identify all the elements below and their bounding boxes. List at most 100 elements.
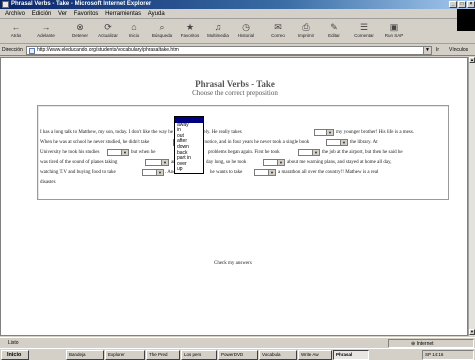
edit-button[interactable]: ✎ Editar <box>320 22 348 42</box>
history-button[interactable]: ◷ Historial <box>232 22 260 42</box>
minimize-button[interactable]: _ <box>449 1 457 8</box>
text-segment: I has a long talk to Matthew, my son, to… <box>40 130 242 135</box>
scroll-up-icon[interactable]: ▲ <box>469 57 475 63</box>
status-text: Listo <box>8 340 19 346</box>
discuss-button[interactable]: ☰ Comentar <box>350 22 378 42</box>
status-bar: Listo ⊕ Internet <box>0 337 475 348</box>
vertical-scrollbar[interactable]: ▲ ▼ <box>468 57 475 336</box>
address-bar: Dirección http://www.eleducando.org/stud… <box>0 45 475 56</box>
search-icon: ⌕ <box>159 22 165 32</box>
back-button[interactable]: ← Atrás <box>2 22 30 42</box>
print-button[interactable]: ⎙ Imprimir <box>292 22 320 42</box>
text-segment: he wants to take <box>210 170 243 175</box>
text-segment: was tired of the sound of planes taking <box>40 160 118 165</box>
text-segment: watching T.V and buying food to take <box>40 170 116 175</box>
task-button[interactable]: Los pers <box>181 350 217 360</box>
run-sap-button[interactable]: ▣ Run SAP <box>380 22 408 42</box>
text-segment: a marathon all over the country!! Mathew… <box>278 170 379 175</box>
window-title: Phrasal Verbs - Take - Microsoft Interne… <box>11 1 152 7</box>
address-input[interactable]: http://www.eleducando.org/students/vocab… <box>26 46 432 55</box>
answer-select[interactable]: ▼ <box>142 169 164 176</box>
forward-icon: → <box>41 22 51 32</box>
text-segment: any notice, and in four years he never t… <box>196 140 310 145</box>
scroll-down-icon[interactable]: ▼ <box>469 329 475 335</box>
menu-ayuda[interactable]: Ayuda <box>148 9 165 19</box>
maximize-button[interactable]: □ <box>458 1 466 8</box>
answer-select[interactable]: ▼ <box>298 149 320 156</box>
edit-icon: ✎ <box>330 22 338 32</box>
start-button[interactable]: Inicio <box>1 350 29 360</box>
menu-bar: Archivo Edición Ver Favoritos Herramient… <box>0 9 475 19</box>
text-segment: about me warning plans, and stayed at ho… <box>287 160 392 165</box>
back-icon: ← <box>11 22 21 32</box>
dropdown-option[interactable]: up <box>175 167 203 173</box>
address-dropdown-icon[interactable]: ▼ <box>423 47 431 54</box>
favorites-icon: ★ <box>185 22 195 32</box>
task-button[interactable]: Write Aw <box>298 350 332 360</box>
text-segment: University he took his studies <box>40 150 100 155</box>
task-button[interactable]: PowerDVD <box>218 350 258 360</box>
media-button[interactable]: ♫ Multimedia <box>204 22 232 42</box>
chevron-down-icon: ▼ <box>312 150 319 155</box>
go-button[interactable]: Ir <box>436 47 439 53</box>
check-answers-button[interactable]: Check my answers <box>214 261 252 266</box>
chevron-down-icon: ▼ <box>340 140 347 145</box>
security-zone: ⊕ Internet <box>388 339 474 348</box>
refresh-button[interactable]: ⟳ Actualizar <box>94 22 122 42</box>
text-segment: disaster. <box>40 180 57 185</box>
menu-archivo[interactable]: Archivo <box>5 9 25 19</box>
refresh-icon: ⟳ <box>104 22 112 32</box>
chevron-down-icon: ▼ <box>326 130 333 135</box>
mail-button[interactable]: ✉ Correo <box>264 22 292 42</box>
menu-herramientas[interactable]: Herramientas <box>105 9 141 19</box>
browser-window: Phrasal Verbs - Take - Microsoft Interne… <box>0 0 475 360</box>
answer-select[interactable]: ▼ <box>326 139 348 146</box>
stop-icon: ⊗ <box>76 22 84 32</box>
chevron-down-icon: ▼ <box>156 170 163 175</box>
print-icon: ⎙ <box>302 22 310 32</box>
title-bar: Phrasal Verbs - Take - Microsoft Interne… <box>0 0 475 9</box>
zone-label: Internet <box>416 341 434 347</box>
text-segment: but when he <box>131 150 156 155</box>
answer-select[interactable]: ▼ <box>107 149 129 156</box>
task-button-active[interactable]: Phrasal <box>333 350 369 360</box>
search-button[interactable]: ⌕ Búsqueda <box>148 22 176 42</box>
answer-select[interactable]: ▼ <box>145 159 169 166</box>
mail-icon: ✉ <box>274 22 282 32</box>
text-segment: problems began again. First he took <box>208 150 280 155</box>
exercise-box: I has a long talk to Matthew, my son, to… <box>37 105 449 200</box>
home-button[interactable]: ⌂ Inicio <box>120 22 148 42</box>
page-title: Phrasal Verbs - Take <box>195 79 275 89</box>
menu-edicion[interactable]: Edición <box>32 9 52 19</box>
close-button[interactable]: × <box>467 1 475 8</box>
chevron-down-icon: ▼ <box>268 170 275 175</box>
text-segment: the library. At <box>350 140 378 145</box>
clock: SP 14:16 <box>425 352 444 357</box>
menu-ver[interactable]: Ver <box>58 9 67 19</box>
sap-icon: ▣ <box>389 22 399 32</box>
forward-button[interactable]: → Adelante <box>32 22 60 42</box>
media-icon: ♫ <box>214 22 222 32</box>
chevron-down-icon: ▼ <box>161 160 168 165</box>
chevron-down-icon: ▼ <box>277 160 284 165</box>
text-segment: When he was at school he never studied, … <box>40 140 150 145</box>
favorites-button[interactable]: ★ Favoritos <box>176 22 204 42</box>
task-button[interactable]: Vocabula <box>259 350 297 360</box>
links-button[interactable]: Vínculos <box>449 47 468 53</box>
menu-favoritos[interactable]: Favoritos <box>74 9 99 19</box>
task-button[interactable]: Bandeja <box>66 350 104 360</box>
text-segment: my younger brother! His life is a mess. <box>336 130 415 135</box>
history-icon: ◷ <box>242 22 250 32</box>
address-label: Dirección <box>2 47 23 53</box>
ie-app-icon <box>2 1 9 8</box>
answer-select[interactable]: ▼ <box>263 159 285 166</box>
answer-select[interactable]: ▼ <box>254 169 276 176</box>
task-button[interactable]: The Pred <box>146 350 180 360</box>
answer-select[interactable]: ▼ <box>314 129 334 136</box>
standard-toolbar: ← Atrás → Adelante ⊗ Detener ⟳ Actualizar ⌂ I… <box>0 20 475 44</box>
stop-button[interactable]: ⊗ Detener <box>66 22 94 42</box>
task-button[interactable]: Explorer <box>105 350 145 360</box>
address-url: http://www.eleducando.org/students/vocab… <box>37 47 179 53</box>
preposition-dropdown-list: away in out after down back part in over… <box>174 116 204 174</box>
chevron-down-icon: ▼ <box>121 150 128 155</box>
